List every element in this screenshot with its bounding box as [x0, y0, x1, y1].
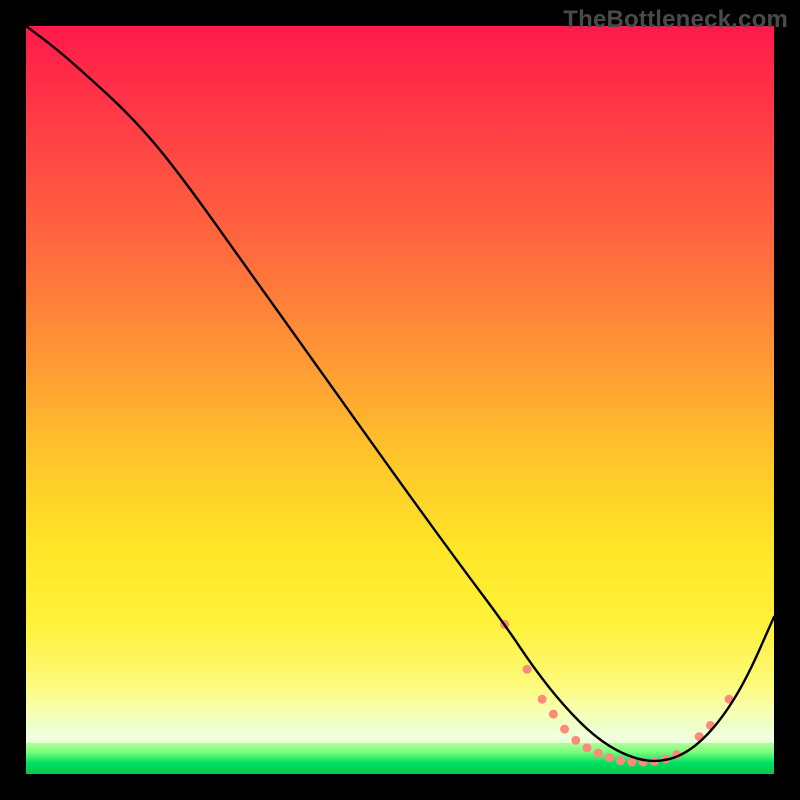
highlight-dot	[560, 725, 569, 734]
plot-area	[26, 26, 774, 774]
highlight-dot	[605, 753, 614, 762]
highlight-dot	[523, 665, 532, 674]
bottleneck-curve	[26, 26, 774, 761]
watermark-text: TheBottleneck.com	[563, 6, 788, 34]
highlight-dot	[571, 736, 580, 745]
highlight-dot	[549, 710, 558, 719]
chart-frame: TheBottleneck.com	[0, 0, 800, 800]
highlight-dots	[500, 620, 733, 767]
curve-layer	[26, 26, 774, 774]
highlight-dot	[594, 749, 603, 758]
highlight-dot	[538, 695, 547, 704]
highlight-dot	[583, 743, 592, 752]
highlight-dot	[616, 756, 625, 765]
